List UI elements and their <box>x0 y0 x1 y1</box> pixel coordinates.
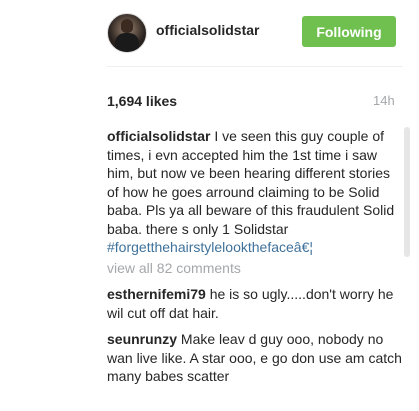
comment-item: seunrunzy Make leav d guy ooo, nobody no… <box>107 330 403 386</box>
post-header: officialsolidstar Following <box>0 0 419 66</box>
caption-username[interactable]: officialsolidstar <box>107 128 210 144</box>
comments-section: officialsolidstar I ve seen this guy cou… <box>107 127 403 386</box>
caption-text: I ve seen this guy couple of times, i ev… <box>107 128 395 237</box>
post-time[interactable]: 14h <box>373 93 395 108</box>
avatar[interactable] <box>107 13 147 53</box>
post-author-username[interactable]: officialsolidstar <box>156 22 259 38</box>
comment-username[interactable]: esthernifemi79 <box>107 286 206 302</box>
following-button[interactable]: Following <box>302 16 396 47</box>
caption: officialsolidstar I ve seen this guy cou… <box>107 127 403 257</box>
likes-count[interactable]: 1,694 likes <box>107 93 177 109</box>
caption-hashtag[interactable]: #forgetthehairstylelookthefaceâ€¦ <box>107 239 313 255</box>
view-all-comments-link[interactable]: view all 82 comments <box>107 259 403 278</box>
header-divider <box>107 66 403 67</box>
avatar-body-shape <box>115 33 139 52</box>
comment-username[interactable]: seunrunzy <box>107 331 177 347</box>
comment-item: esthernifemi79 he is so ugly.....don't w… <box>107 285 403 322</box>
comments-scrollbar[interactable] <box>404 127 410 257</box>
avatar-head-shape <box>121 19 133 33</box>
